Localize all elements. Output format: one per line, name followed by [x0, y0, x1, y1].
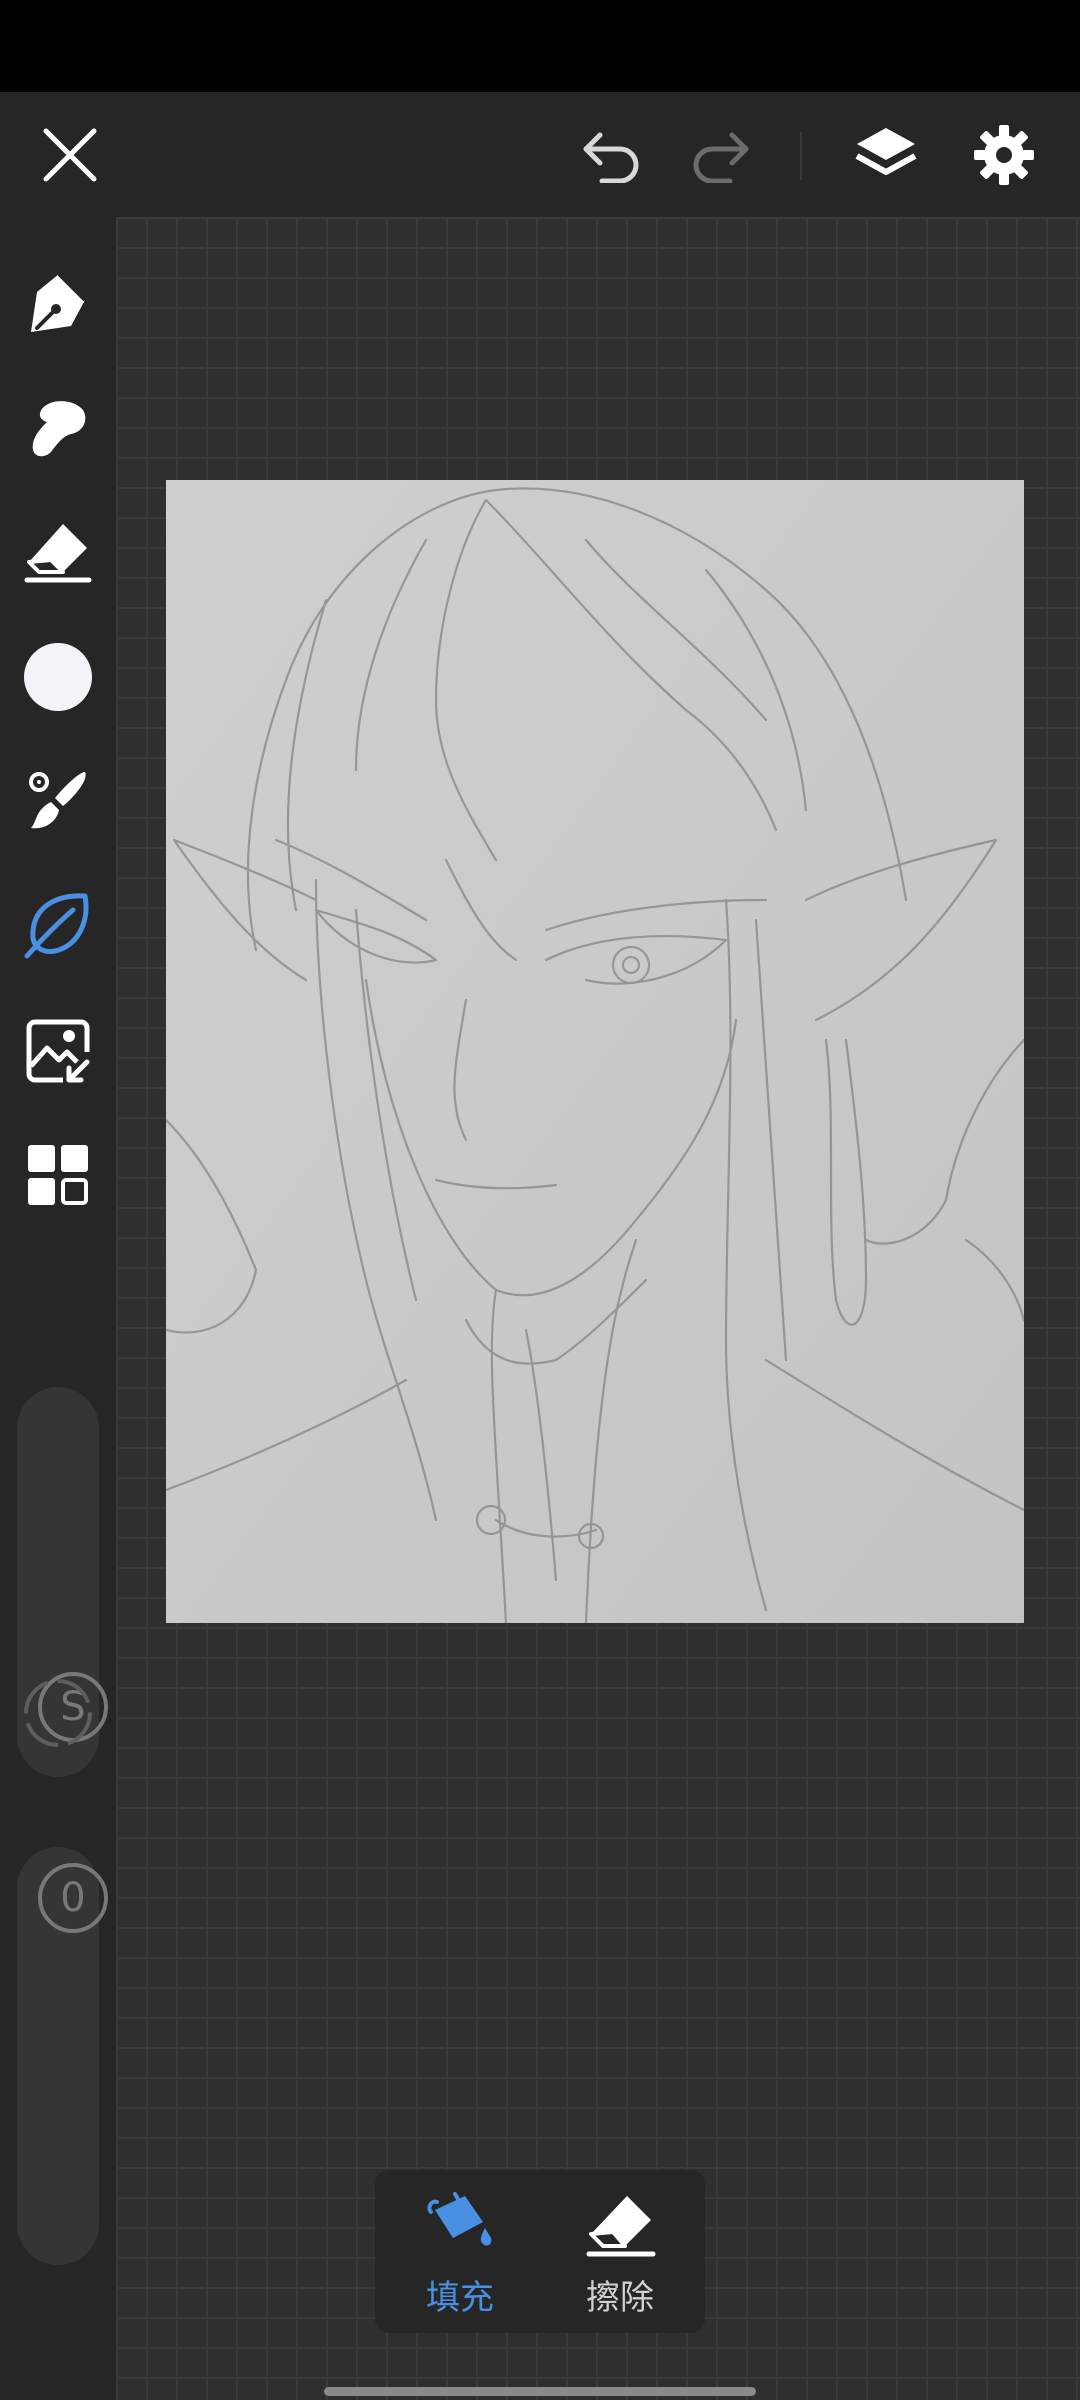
brush-tool[interactable] — [14, 757, 102, 845]
spinner-icon — [24, 1679, 92, 1747]
close-button[interactable] — [30, 122, 110, 188]
undo-button[interactable] — [570, 122, 654, 188]
close-icon — [43, 128, 97, 182]
undo-icon — [583, 132, 639, 183]
brush-icon — [29, 772, 86, 829]
gear-icon — [974, 125, 1034, 185]
settings-button[interactable] — [962, 118, 1046, 192]
fill-mode-label: 填充 — [426, 2278, 494, 2318]
fill-tool[interactable] — [14, 881, 102, 969]
eraser-tool[interactable] — [14, 507, 102, 595]
erase-mode-label: 擦除 — [586, 2278, 654, 2318]
leaf-icon — [24, 893, 89, 959]
color-swatch-icon — [24, 643, 92, 711]
color-picker[interactable] — [14, 633, 102, 721]
artwork-image[interactable] — [166, 480, 1024, 1623]
opacity-value: 0 — [60, 1875, 86, 1921]
top-toolbar — [0, 92, 1080, 217]
image-import-icon — [26, 1019, 90, 1083]
tool-sidebar: S 0 — [0, 217, 116, 2400]
opacity-slider[interactable]: 0 — [17, 1847, 108, 2265]
toolbar-divider — [800, 132, 802, 180]
image-import[interactable] — [14, 1007, 102, 1095]
eraser-icon — [586, 2196, 656, 2257]
opacity-handle[interactable]: 0 — [38, 1863, 108, 1933]
smudge-tool[interactable] — [14, 383, 102, 471]
size-spinner-ring — [22, 1677, 94, 1749]
status-bar — [0, 0, 1080, 92]
layers-button[interactable] — [844, 118, 928, 192]
redo-icon — [693, 132, 749, 183]
paint-bucket-icon — [427, 2192, 492, 2246]
fill-mode-button[interactable]: 填充 — [385, 2170, 535, 2333]
smudge-icon — [32, 401, 86, 457]
pen-nib-icon — [31, 272, 87, 332]
eraser-icon — [24, 524, 92, 583]
erase-mode-button[interactable]: 擦除 — [545, 2170, 695, 2333]
pen-tool[interactable] — [14, 259, 102, 347]
layers-icon — [855, 128, 917, 175]
home-indicator[interactable] — [324, 2387, 756, 2396]
redo-button[interactable] — [678, 122, 762, 188]
pencil-sketch-illustration — [166, 480, 1024, 1623]
more-tools[interactable] — [14, 1131, 102, 1219]
grid-icon — [28, 1145, 88, 1205]
fill-options-panel: 填充 擦除 — [375, 2170, 705, 2333]
